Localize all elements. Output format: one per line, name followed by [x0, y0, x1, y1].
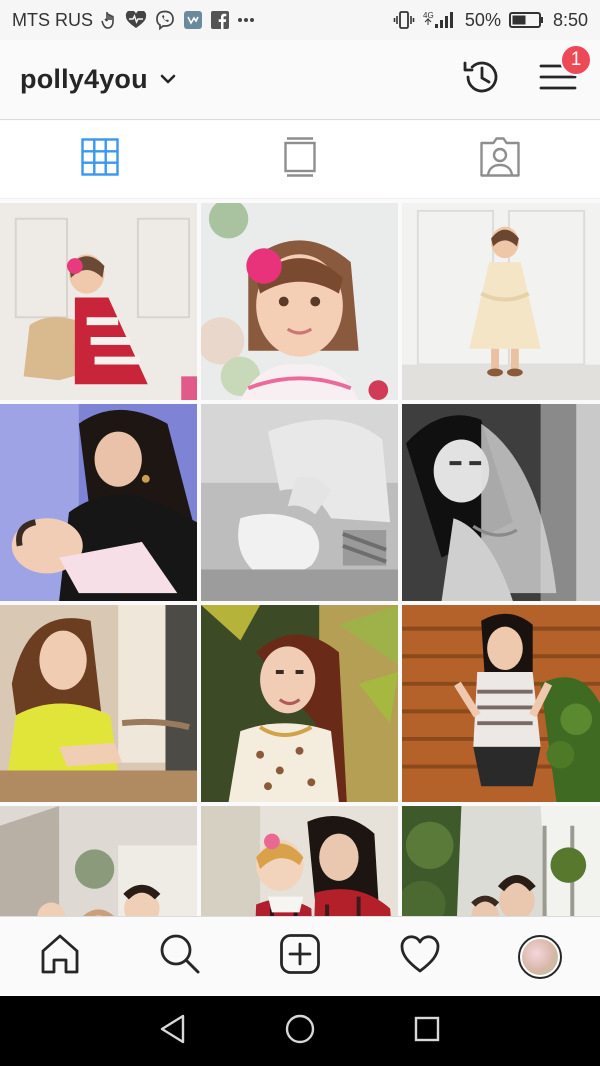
system-navigation-bar — [0, 996, 600, 1066]
activity-heart-icon — [399, 934, 441, 979]
home-icon — [39, 933, 81, 980]
photo-thumbnail[interactable] — [0, 404, 197, 601]
nav-activity[interactable] — [390, 927, 450, 987]
status-bar: MTS RUS 4G 50% 8:50 — [0, 0, 600, 40]
nav-new-post[interactable] — [270, 927, 330, 987]
tab-grid[interactable] — [0, 121, 200, 198]
photo-thumbnail[interactable] — [402, 605, 600, 802]
viber-icon — [155, 10, 175, 30]
photo-thumbnail[interactable] — [402, 203, 600, 400]
feed-icon — [284, 137, 316, 182]
photo-grid — [0, 203, 600, 916]
search-icon — [159, 933, 201, 980]
nav-home[interactable] — [30, 927, 90, 987]
tab-tagged[interactable] — [400, 121, 600, 198]
touch-icon — [101, 11, 117, 29]
photo-thumbnail[interactable] — [0, 605, 197, 802]
system-back-button[interactable] — [143, 1001, 203, 1061]
home-circle-icon — [284, 1013, 316, 1050]
battery-icon — [508, 11, 545, 29]
chevron-down-icon — [160, 71, 176, 89]
add-post-icon — [279, 933, 321, 980]
account-switcher[interactable]: polly4you — [20, 64, 176, 95]
photo-thumbnail[interactable] — [0, 203, 197, 400]
vk-icon — [183, 10, 203, 30]
photo-thumbnail[interactable] — [0, 806, 197, 916]
profile-tabs — [0, 121, 600, 199]
photo-thumbnail[interactable] — [201, 806, 398, 916]
photo-thumbnail[interactable] — [201, 203, 398, 400]
signal-icon: 4G — [423, 10, 457, 30]
history-icon — [460, 55, 504, 104]
photo-thumbnail[interactable] — [201, 605, 398, 802]
tab-feed[interactable] — [200, 121, 400, 198]
recents-icon — [413, 1015, 441, 1048]
archive-button[interactable] — [460, 58, 504, 102]
facebook-icon — [211, 11, 229, 29]
photo-thumbnail[interactable] — [402, 806, 600, 916]
more-notifications-icon — [237, 17, 255, 23]
photo-thumbnail[interactable] — [402, 404, 600, 601]
system-recents-button[interactable] — [397, 1001, 457, 1061]
username-label: polly4you — [20, 64, 148, 94]
grid-icon — [81, 138, 119, 181]
carrier-label: MTS RUS — [12, 9, 93, 30]
heartbeat-icon — [125, 11, 147, 29]
vibrate-icon — [393, 11, 415, 29]
tagged-icon — [480, 137, 520, 182]
system-home-button[interactable] — [270, 1001, 330, 1061]
clock: 8:50 — [552, 9, 588, 30]
notification-badge: 1 — [560, 43, 592, 76]
profile-avatar — [518, 934, 562, 979]
bottom-navigation — [0, 916, 600, 996]
photo-thumbnail[interactable] — [201, 404, 398, 601]
profile-header: polly4you 1 — [0, 40, 600, 120]
nav-profile[interactable] — [510, 927, 570, 987]
battery-percent: 50% — [464, 9, 501, 30]
options-menu-button[interactable]: 1 — [536, 43, 592, 102]
back-icon — [158, 1013, 188, 1050]
nav-search[interactable] — [150, 927, 210, 987]
